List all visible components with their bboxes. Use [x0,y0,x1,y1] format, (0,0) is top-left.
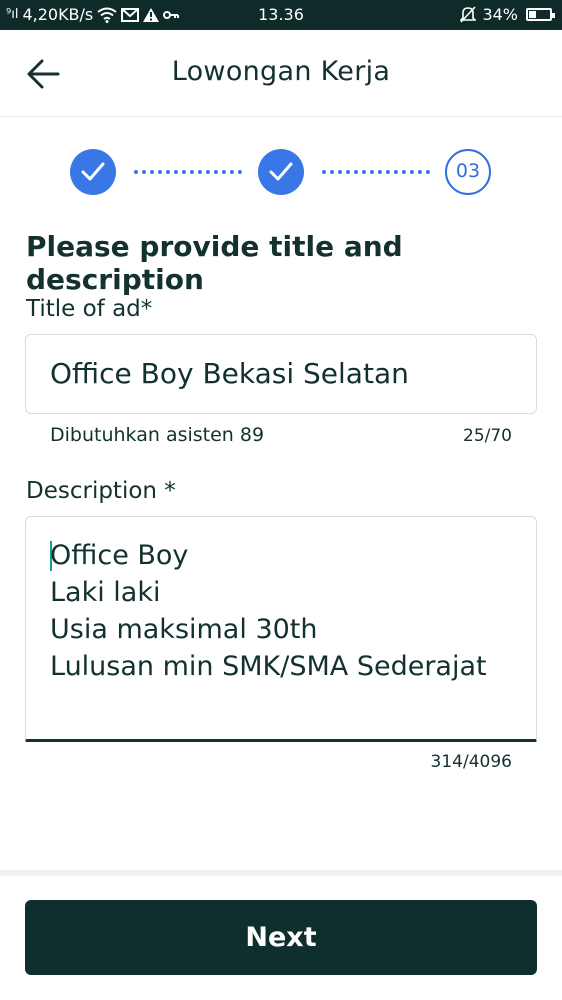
title-input[interactable]: Office Boy Bekasi Selatan [25,334,537,414]
next-button[interactable]: Next [25,900,537,975]
description-label: Description * [26,478,176,504]
description-text: Office Boy Laki laki Usia maksimal 30th … [50,537,487,685]
step-connector [134,170,242,174]
battery-percent: 34% [482,5,518,24]
status-right: 34% [460,5,555,24]
description-char-counter: 314/4096 [430,752,512,772]
title-label: Title of ad* [26,296,153,322]
status-bar: ⁹ıl 4,20KB/s 13.36 34% [0,0,562,30]
step-3-current: 03 [445,149,491,195]
page-title: Lowongan Kerja [171,56,391,87]
title-input-value: Office Boy Bekasi Selatan [50,357,409,390]
step-connector [322,170,430,174]
check-icon [269,162,293,181]
mute-icon [460,6,477,23]
description-textarea[interactable]: Office Boy Laki laki Usia maksimal 30th … [25,516,537,742]
app-header: Lowongan Kerja [0,30,562,117]
progress-stepper: 03 [70,148,494,196]
title-hint: Dibutuhkan asisten 89 [50,424,265,446]
title-char-counter: 25/70 [463,426,512,446]
description-line: Usia maksimal 30th [50,614,318,645]
step-2-complete [258,149,304,195]
section-heading: Please provide title and description [26,230,403,296]
footer-divider [0,870,562,876]
step-1-complete [70,149,116,195]
check-icon [81,162,105,181]
description-line: Office Boy [50,540,189,571]
description-line: Lulusan min SMK/SMA Sederajat [50,651,487,682]
description-line: Laki laki [50,577,161,608]
battery-icon [526,8,555,21]
